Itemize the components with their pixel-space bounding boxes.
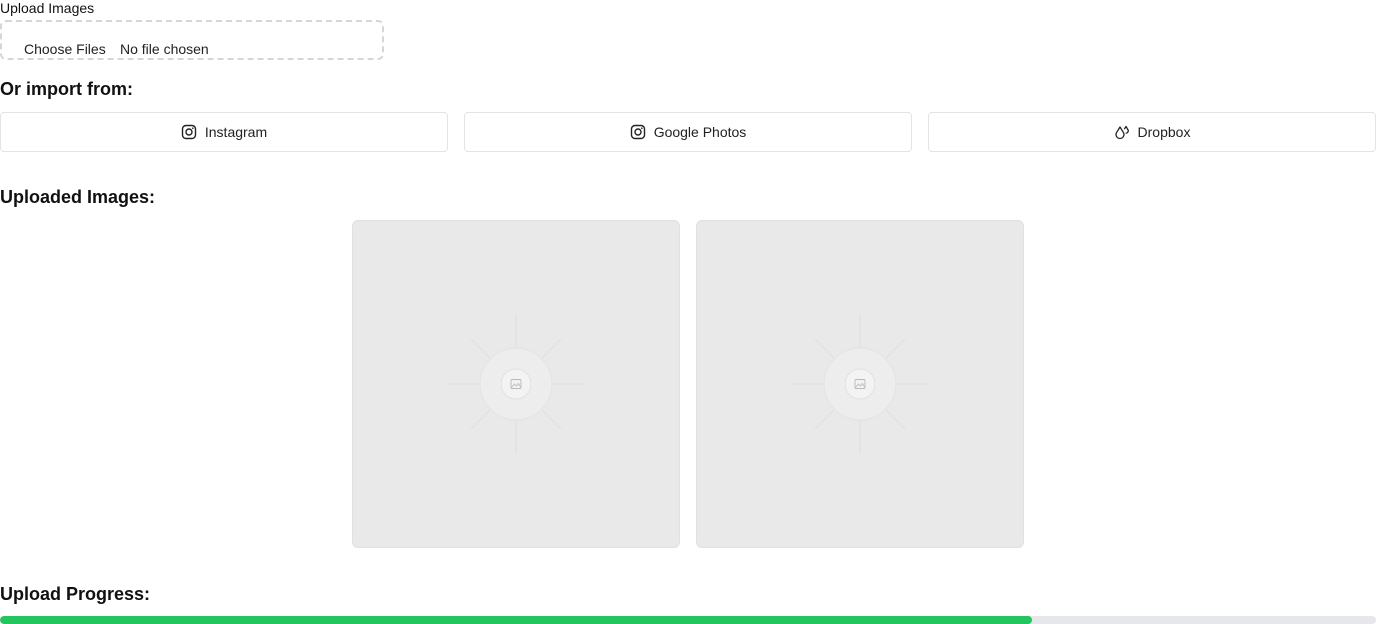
- instagram-icon: [181, 124, 197, 140]
- file-dropzone[interactable]: Choose Files No file chosen: [0, 20, 384, 60]
- choose-files-button[interactable]: Choose Files: [24, 40, 106, 58]
- progress-heading: Upload Progress:: [0, 584, 151, 604]
- upload-progress-fill: [0, 616, 1032, 624]
- image-placeholder-icon: [791, 315, 929, 453]
- file-status-text: No file chosen: [120, 41, 209, 57]
- import-heading: Or import from:: [0, 79, 133, 99]
- import-google-photos-button[interactable]: Google Photos: [464, 112, 912, 152]
- uploaded-image-thumbnail[interactable]: [352, 220, 680, 548]
- uploaded-heading: Uploaded Images:: [0, 187, 156, 207]
- import-dropbox-label: Dropbox: [1137, 124, 1191, 140]
- dropbox-icon: [1114, 125, 1129, 140]
- import-google-photos-label: Google Photos: [653, 124, 747, 140]
- import-instagram-label: Instagram: [204, 124, 268, 140]
- uploaded-image-thumbnail[interactable]: [696, 220, 1024, 548]
- import-instagram-button[interactable]: Instagram: [0, 112, 448, 152]
- instagram-icon: [630, 124, 645, 140]
- upload-label: Upload Images: [0, 0, 95, 16]
- upload-progress-bar: [0, 616, 1376, 624]
- image-placeholder-icon: [447, 315, 585, 453]
- import-dropbox-button[interactable]: Dropbox: [928, 112, 1376, 152]
